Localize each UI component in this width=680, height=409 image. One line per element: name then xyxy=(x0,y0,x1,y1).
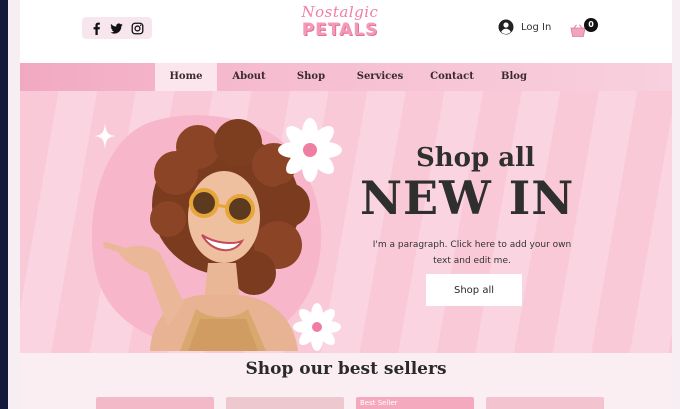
hero-paragraph: I'm a paragraph. Click here to add your … xyxy=(372,240,572,266)
hero-section: Shop all NEW IN I'm a paragraph. Click h… xyxy=(20,91,672,353)
logo-main-text: PETALS xyxy=(301,20,379,40)
site-logo[interactable]: Nostalgic PETALS xyxy=(300,4,380,44)
nav-item-blog[interactable]: Blog xyxy=(492,63,536,91)
main-nav: Home About Shop Services Contact Blog xyxy=(20,63,672,91)
daisy-flower-icon xyxy=(293,303,341,351)
shop-all-button[interactable]: Shop all xyxy=(426,274,522,306)
site-header: Nostalgic PETALS Log In 0 xyxy=(20,0,672,62)
nav-item-contact[interactable]: Contact xyxy=(424,63,480,91)
nav-item-shop[interactable]: Shop xyxy=(288,63,334,91)
best-sellers-section: Shop our best sellers Best Seller xyxy=(20,353,672,409)
best-sellers-title: Shop our best sellers xyxy=(245,359,447,379)
cart-count-badge: 0 xyxy=(584,18,598,32)
twitter-icon[interactable] xyxy=(110,22,124,35)
nav-item-home[interactable]: Home xyxy=(155,63,217,91)
website: Nostalgic PETALS Log In 0 Home About Sho… xyxy=(20,0,672,409)
user-icon xyxy=(498,19,514,35)
nav-item-about[interactable]: About xyxy=(226,63,272,91)
hero-title-line1: Shop all xyxy=(416,143,535,173)
cart-button[interactable]: 0 xyxy=(570,18,600,40)
hero-title-line2: NEW IN xyxy=(360,171,575,225)
browser-viewport: Nostalgic PETALS Log In 0 Home About Sho… xyxy=(8,0,680,409)
product-card[interactable] xyxy=(96,397,214,409)
login-label: Log In xyxy=(521,21,552,33)
best-seller-badge: Best Seller xyxy=(360,399,398,407)
daisy-flower-icon xyxy=(278,118,342,182)
login-button[interactable]: Log In xyxy=(498,19,551,35)
product-card[interactable] xyxy=(486,397,604,409)
social-bar xyxy=(82,17,152,39)
product-card[interactable]: Best Seller xyxy=(356,397,474,409)
facebook-icon[interactable] xyxy=(90,22,103,35)
instagram-icon[interactable] xyxy=(131,22,144,35)
nav-item-services[interactable]: Services xyxy=(348,63,412,91)
logo-script-text: Nostalgic xyxy=(301,3,379,21)
product-card[interactable] xyxy=(226,397,344,409)
